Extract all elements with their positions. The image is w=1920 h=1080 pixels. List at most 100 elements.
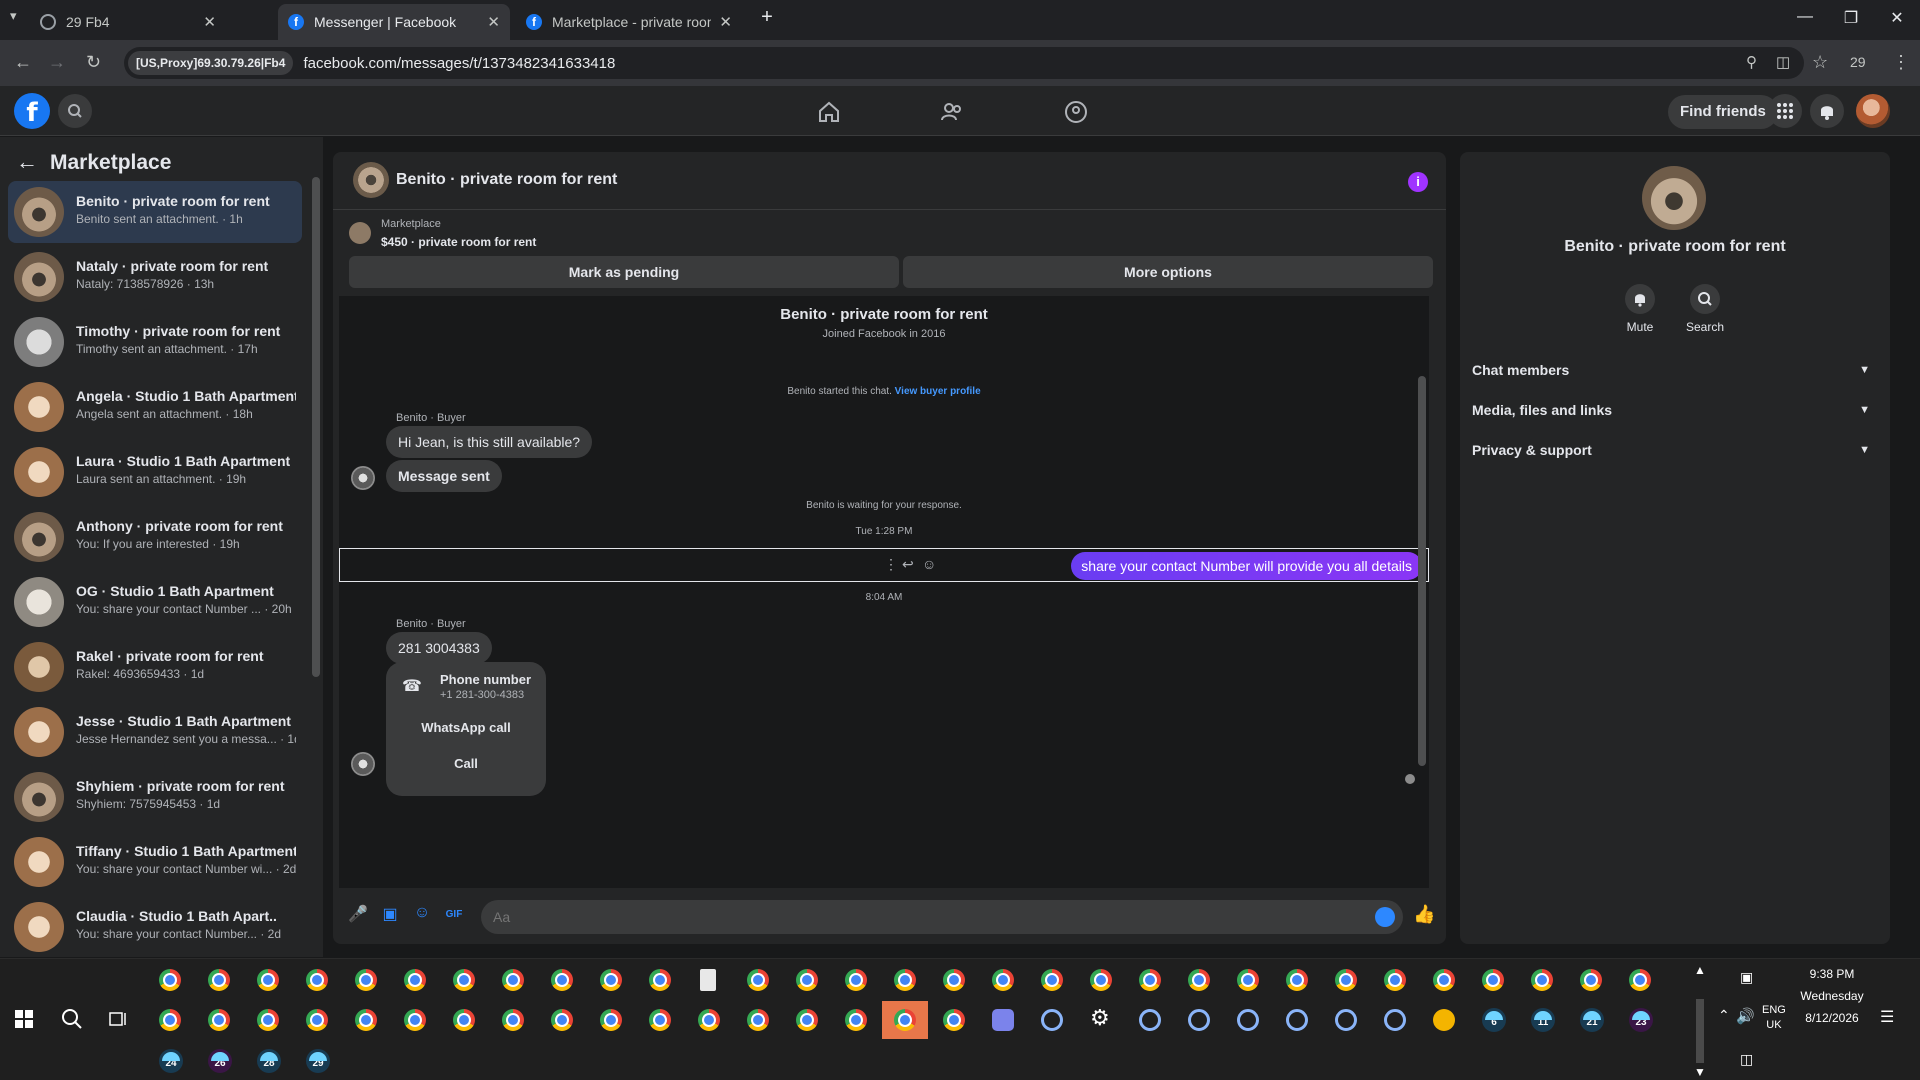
conversation-item[interactable]: Laura · Studio 1 Bath Apartment Laura se… [8, 441, 302, 503]
chrome-icon[interactable] [1139, 969, 1161, 991]
chromium-icon[interactable] [1286, 1009, 1308, 1031]
numbered-profile-icon[interactable]: 29 [306, 1049, 330, 1073]
thumbs-up-icon[interactable]: 👍 [1413, 904, 1435, 926]
chromium-icon[interactable] [1335, 1009, 1357, 1031]
reload-icon[interactable]: ↻ [86, 52, 101, 73]
numbered-profile-icon[interactable]: 24 [159, 1049, 183, 1073]
task-view-icon[interactable] [108, 1009, 128, 1029]
react-icon[interactable]: ☺ [922, 556, 936, 572]
chrome-icon[interactable] [698, 1009, 720, 1031]
chrome-icon[interactable] [208, 969, 230, 991]
groups-icon[interactable] [1062, 98, 1090, 126]
received-message[interactable]: 281 3004383 [386, 632, 492, 664]
chrome-icon[interactable] [208, 1009, 230, 1031]
sent-message[interactable]: share your contact Number will provide y… [1071, 552, 1422, 580]
info-icon[interactable]: i [1408, 172, 1428, 192]
conversation-item[interactable]: Claudia · Studio 1 Bath Apart... You: sh… [8, 896, 302, 958]
conversation-item[interactable]: Shyhiem · private room for rent Shyhiem:… [8, 766, 302, 828]
chrome-icon[interactable] [306, 969, 328, 991]
microphone-icon[interactable]: 🎤 [347, 904, 369, 926]
bookmark-star-icon[interactable]: ☆ [1812, 52, 1828, 73]
conversation-item[interactable]: Timothy · private room for rent Timothy … [8, 311, 302, 373]
url-text[interactable]: facebook.com/messages/t/1373482341633418 [303, 55, 615, 72]
site-info-chip[interactable]: [US,Proxy]69.30.79.26|Fb4 [128, 51, 294, 75]
chrome-icon[interactable] [1335, 969, 1357, 991]
chromium-icon[interactable] [1139, 1009, 1161, 1031]
numbered-profile-icon[interactable]: 23 [1629, 1008, 1653, 1032]
media-files-links-section[interactable]: Media, files and links ▼ [1472, 392, 1878, 428]
scrollbar[interactable] [1418, 376, 1426, 766]
conversation-item[interactable]: Nataly · private room for rent Nataly: 7… [8, 246, 302, 308]
chromium-icon[interactable] [1384, 1009, 1406, 1031]
privacy-support-section[interactable]: Privacy & support ▼ [1472, 432, 1878, 468]
numbered-profile-icon[interactable]: 6 [1482, 1008, 1506, 1032]
chat-members-section[interactable]: Chat members ▼ [1472, 352, 1878, 388]
notifications-center-icon[interactable]: ☰ [1880, 1007, 1894, 1027]
conversation-item[interactable]: OG · Studio 1 Bath Apartment You: share … [8, 571, 302, 633]
profile-count[interactable]: 29 [1850, 54, 1866, 70]
chrome-icon[interactable] [1237, 969, 1259, 991]
chrome-icon[interactable] [1286, 969, 1308, 991]
received-message[interactable]: Message sent [386, 460, 502, 492]
notifications-button[interactable] [1810, 94, 1844, 128]
chrome-icon[interactable] [551, 1009, 573, 1031]
chrome-icon[interactable] [1433, 969, 1455, 991]
chrome-icon[interactable] [600, 969, 622, 991]
network-icon[interactable]: ◫ [1740, 1051, 1753, 1068]
chrome-icon[interactable] [992, 969, 1014, 991]
minimize-button[interactable]: — [1790, 8, 1820, 26]
close-icon[interactable]: ✕ [203, 13, 216, 31]
file-icon[interactable] [700, 969, 716, 991]
volume-icon[interactable]: 🔊 [1736, 1007, 1755, 1025]
chrome-icon[interactable] [502, 1009, 524, 1031]
menu-grid-button[interactable] [1768, 94, 1802, 128]
message-composer[interactable] [481, 900, 1403, 934]
sender-avatar[interactable] [351, 466, 375, 490]
chromium-icon[interactable] [1237, 1009, 1259, 1031]
mark-as-pending-button[interactable]: Mark as pending [349, 256, 899, 288]
sender-avatar[interactable] [351, 752, 375, 776]
chrome-icon[interactable] [159, 1009, 181, 1031]
chrome-icon[interactable] [1041, 969, 1063, 991]
install-icon[interactable]: ◫ [1776, 53, 1790, 71]
close-icon[interactable]: ✕ [719, 13, 732, 31]
app-icon[interactable] [992, 1009, 1014, 1031]
message-input[interactable] [493, 909, 1353, 925]
chrome-icon[interactable] [404, 1009, 426, 1031]
numbered-profile-icon[interactable]: 28 [257, 1049, 281, 1073]
conversation-item[interactable]: Jesse · Studio 1 Bath Apartment Jesse He… [8, 701, 302, 763]
listing-price-title[interactable]: $450 · private room for rent [381, 235, 536, 249]
chrome-icon[interactable] [649, 1009, 671, 1031]
sticker-icon[interactable]: ☺ [411, 904, 433, 926]
home-icon[interactable] [815, 98, 843, 126]
chrome-icon[interactable] [257, 969, 279, 991]
chrome-icon[interactable] [649, 969, 671, 991]
more-options-button[interactable]: More options [903, 256, 1433, 288]
chrome-icon[interactable] [1482, 969, 1504, 991]
language-indicator[interactable]: ENG UK [1762, 1003, 1786, 1033]
reply-icon[interactable]: ↩ [902, 556, 914, 573]
chrome-icon[interactable] [502, 969, 524, 991]
emoji-icon[interactable] [1375, 907, 1395, 927]
numbered-profile-icon[interactable]: 11 [1531, 1008, 1555, 1032]
find-friends-button[interactable]: Find friends [1668, 95, 1778, 129]
close-icon[interactable]: ✕ [487, 13, 500, 31]
numbered-profile-icon[interactable]: 26 [208, 1049, 232, 1073]
chrome-icon[interactable] [894, 1009, 916, 1031]
close-window-button[interactable]: ✕ [1882, 8, 1912, 28]
app-icon[interactable] [1433, 1009, 1455, 1031]
mute-button[interactable] [1625, 284, 1655, 314]
zoom-icon[interactable]: ⚲ [1746, 53, 1757, 71]
chrome-icon[interactable] [453, 969, 475, 991]
chrome-icon[interactable] [943, 969, 965, 991]
forward-icon[interactable]: → [48, 52, 66, 73]
tab-marketplace[interactable]: f Marketplace - private room for ✕ [516, 4, 742, 40]
chrome-icon[interactable] [747, 969, 769, 991]
restore-button[interactable]: ❐ [1836, 8, 1866, 28]
chromium-icon[interactable] [1188, 1009, 1210, 1031]
search-icon[interactable] [60, 1007, 84, 1031]
chrome-icon[interactable] [1188, 969, 1210, 991]
scroll-up-icon[interactable]: ▲ [1694, 963, 1706, 977]
windows-start-icon[interactable] [14, 1009, 34, 1029]
new-tab-button[interactable]: + [752, 6, 782, 29]
